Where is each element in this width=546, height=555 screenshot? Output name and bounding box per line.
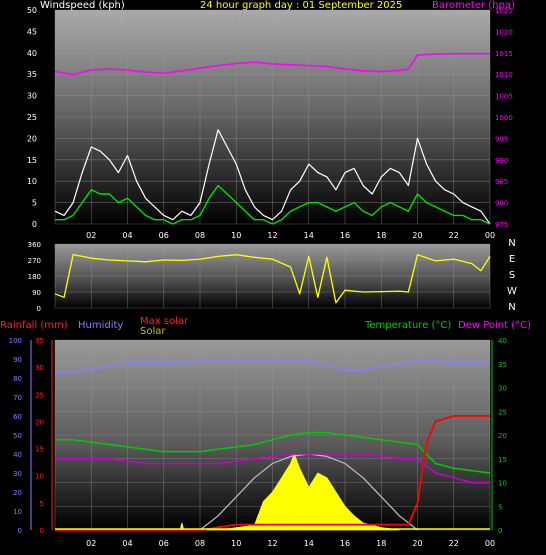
weather-graph: 0 5 10 15 20 25 30 35 40 45 50 975 980 985 990 995 1000 1… [0,0,546,555]
wind-x-tick: 12 [267,231,277,240]
rain-y-tick: 0 [40,527,44,535]
temp-x-tick: 08 [195,539,205,548]
solar-label: Solar [140,326,166,337]
humidity-label: Humidity [78,320,124,331]
temperature-label: Temperature (°C) [365,320,452,331]
compass-label: S [509,270,515,281]
baro-y-tick: 985 [495,178,508,186]
wind-x-tick: 06 [159,231,169,240]
wind-x-tick: 14 [304,231,314,240]
wind-x-tick: 02 [86,231,96,240]
rain-y-tick: 5 [40,500,44,508]
baro-y-tick: 1010 [495,71,513,79]
temp-y-tick: 5 [498,503,502,511]
temp-y-tick: 30 [498,385,507,393]
direction-y-tick: 0 [37,305,41,313]
temp-x-tick: 10 [231,539,241,548]
temp-y-tick: 35 [498,361,507,369]
baro-y-tick: 1015 [495,50,513,58]
weather-chart-svg: 0510152025303540455097598098599099510001… [9,6,517,548]
direction-y-tick: 270 [28,257,41,265]
temp-x-tick: 20 [412,539,422,548]
wind-x-tick: 00 [485,231,495,240]
baro-y-tick: 975 [495,221,508,229]
humidity-y-tick: 100 [9,337,22,345]
compass-label: E [509,254,515,265]
wind-x-tick: 18 [376,231,386,240]
humidity-y-tick: 60 [13,413,22,421]
temp-y-tick: 10 [498,480,507,488]
chart-title: 24 hour graph day : 01 September 2025 [200,0,403,11]
rain-y-tick: 20 [35,418,44,426]
rainfall-label: Rainfall (mm) [0,320,68,331]
baro-y-tick: 1000 [495,114,513,122]
wind-x-tick: 10 [231,231,241,240]
humidity-y-tick: 80 [13,375,22,383]
temp-x-tick: 22 [449,539,459,548]
humidity-y-tick: 70 [13,394,22,402]
humidity-y-tick: 0 [18,527,22,535]
wind-y-tick: 0 [32,220,37,229]
wind-x-tick: 04 [122,231,132,240]
humidity-y-tick: 90 [13,356,22,364]
wind-x-tick: 20 [412,231,422,240]
rain-y-tick: 10 [35,473,44,481]
temp-y-tick: 15 [498,456,507,464]
compass-label: N [508,302,515,313]
temp-x-tick: 12 [267,539,277,548]
temp-x-tick: 16 [340,539,350,548]
rain-y-tick: 15 [35,446,44,454]
humidity-y-tick: 40 [13,451,22,459]
temp-x-tick: 06 [159,539,169,548]
top-right-label: Barometer (hpa) [432,0,515,11]
direction-y-tick: 360 [28,241,41,249]
baro-y-tick: 990 [495,157,508,165]
wind-y-tick: 15 [27,156,37,165]
wind-y-tick: 30 [27,92,37,101]
wind-y-tick: 35 [27,70,37,79]
temp-x-tick: 04 [122,539,132,548]
humidity-y-tick: 10 [13,508,22,516]
temp-x-tick: 02 [86,539,96,548]
temp-y-tick: 40 [498,337,507,345]
compass-label: N [508,238,515,249]
humidity-y-tick: 20 [13,489,22,497]
baro-y-tick: 995 [495,135,508,143]
rain-y-tick: 30 [35,364,44,372]
temp-x-tick: 18 [376,539,386,548]
humidity-y-tick: 50 [13,432,22,440]
temp-y-tick: 20 [498,432,507,440]
top-left-label: Windspeed (kph) [40,0,125,11]
wind-x-tick: 16 [340,231,350,240]
baro-y-tick: 1005 [495,93,513,101]
temp-y-tick: 0 [498,527,502,535]
direction-y-tick: 90 [32,289,41,297]
rain-y-tick: 35 [35,337,44,345]
direction-y-tick: 180 [28,273,41,281]
compass-label: W [507,286,517,297]
wind-y-tick: 10 [27,177,37,186]
rain-y-tick: 25 [35,391,44,399]
baro-y-tick: 980 [495,200,508,208]
temp-x-tick: 14 [304,539,314,548]
wind-y-tick: 45 [27,27,37,36]
wind-x-tick: 22 [449,231,459,240]
temp-x-tick: 00 [485,539,495,548]
wind-y-tick: 25 [27,113,37,122]
wind-x-tick: 08 [195,231,205,240]
baro-y-tick: 1020 [495,28,513,36]
dew-point-label: Dew Point (°C) [458,320,532,331]
wind-y-tick: 50 [27,6,37,15]
wind-y-tick: 40 [27,49,37,58]
humidity-y-tick: 30 [13,470,22,478]
temp-y-tick: 25 [498,408,507,416]
wind-y-tick: 5 [32,199,37,208]
wind-y-tick: 20 [27,134,37,143]
